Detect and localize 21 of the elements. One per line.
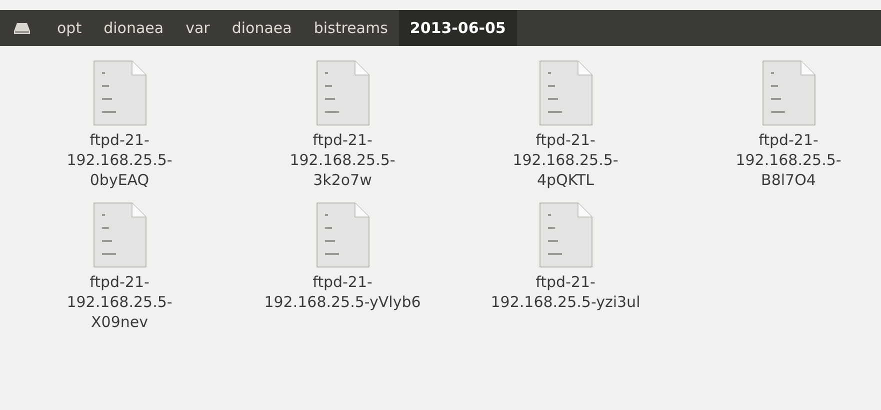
file-name[interactable]: ftpd-21- 192.168.25.5- 3k2o7w	[290, 130, 396, 190]
file-name[interactable]: ftpd-21- 192.168.25.5- 4pQKTL	[512, 130, 618, 190]
file-name[interactable]: ftpd-21- 192.168.25.5- 0byEAQ	[66, 130, 172, 190]
breadcrumb-button[interactable]: opt	[46, 10, 93, 46]
file-name[interactable]: ftpd-21- 192.168.25.5- B8l7O4	[736, 130, 842, 190]
file-name[interactable]: ftpd-21- 192.168.25.5-yVlyb6	[264, 272, 421, 312]
binary-file-icon[interactable]	[316, 60, 370, 126]
breadcrumb-button[interactable]: var	[174, 10, 221, 46]
file-name[interactable]: ftpd-21- 192.168.25.5- X09nev	[66, 272, 172, 332]
breadcrumb-button[interactable]: 2013-06-05	[398, 10, 517, 46]
binary-file-icon[interactable]	[316, 202, 370, 268]
drive-icon[interactable]	[14, 22, 30, 34]
file-name[interactable]: ftpd-21- 192.168.25.5-yzi3ul	[490, 272, 640, 312]
binary-file-icon[interactable]	[538, 60, 592, 126]
binary-file-icon[interactable]	[538, 202, 592, 268]
binary-file-icon[interactable]	[92, 202, 146, 268]
breadcrumb-button[interactable]: dionaea	[220, 10, 303, 46]
breadcrumb-button[interactable]: bistreams	[302, 10, 399, 46]
binary-file-icon[interactable]	[762, 60, 816, 126]
breadcrumb-button[interactable]: dionaea	[92, 10, 175, 46]
binary-file-icon[interactable]	[92, 60, 146, 126]
